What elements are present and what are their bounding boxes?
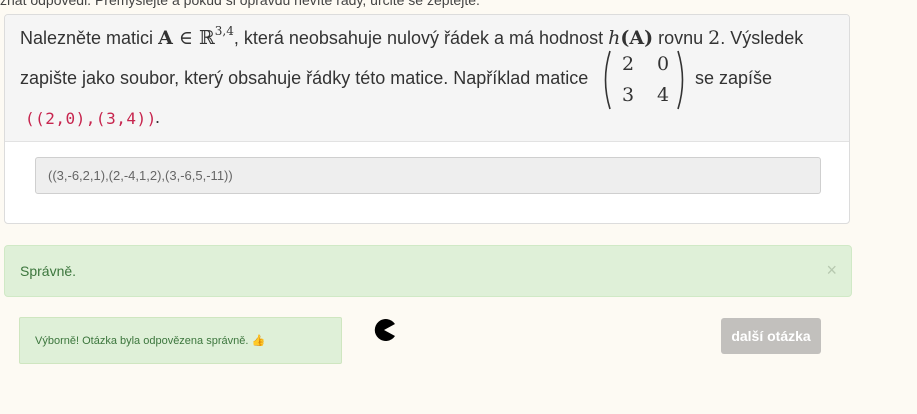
rank-argument: (A) <box>620 27 654 49</box>
question-line-2: zapište jako soubor, který obsahuje řádk… <box>20 68 589 88</box>
rank-value: 2 <box>708 27 721 49</box>
matrix-cell: 3 <box>621 84 635 106</box>
example-matrix: 2 0 3 4 <box>600 49 688 111</box>
matrix-symbol: A <box>158 27 173 49</box>
matrix-cell: 0 <box>656 53 670 75</box>
instructions-note: znat odpovědi. Přemýšlejte a pokud si op… <box>0 0 480 8</box>
next-question-button[interactable]: další otázka <box>721 318 821 354</box>
question-text: . Výsledek <box>720 28 804 48</box>
example-period: . <box>155 107 161 127</box>
real-space-symbol: ∈ ℝ <box>172 27 215 49</box>
result-alert: Správně. × <box>4 245 852 297</box>
dimension-superscript: 3,4 <box>214 24 234 38</box>
question-text: , která neobsahuje nulový řádek a má hod… <box>233 28 609 48</box>
question-text: Nalezněte matici <box>20 28 159 48</box>
question-header: Nalezněte matici A ∈ ℝ3,4, která neobsah… <box>5 15 849 142</box>
rank-function: h <box>608 27 621 49</box>
right-paren-icon <box>677 50 684 110</box>
matrix-cell: 2 <box>621 53 635 75</box>
question-line-1: Nalezněte matici A ∈ ℝ3,4, která neobsah… <box>20 24 804 49</box>
result-alert-text: Správně. <box>20 263 77 279</box>
question-text: rovnu <box>653 28 709 48</box>
matrix-cell: 4 <box>656 84 670 106</box>
question-panel: Nalezněte matici A ∈ ℝ3,4, která neobsah… <box>4 14 850 224</box>
answer-input[interactable]: ((3,-6,2,1),(2,-4,1,2),(3,-6,5,-11)) <box>35 157 821 194</box>
left-paren-icon <box>604 50 611 110</box>
success-message-text: Výborně! Otázka byla odpovězena správně.… <box>35 335 266 347</box>
question-line-2-end: se zapíše <box>695 68 773 88</box>
pacman-icon <box>374 319 395 341</box>
success-message: Výborně! Otázka byla odpovězena správně.… <box>19 317 342 364</box>
close-icon[interactable]: × <box>826 260 837 280</box>
example-code: ((2,0),(3,4)) <box>25 109 157 128</box>
